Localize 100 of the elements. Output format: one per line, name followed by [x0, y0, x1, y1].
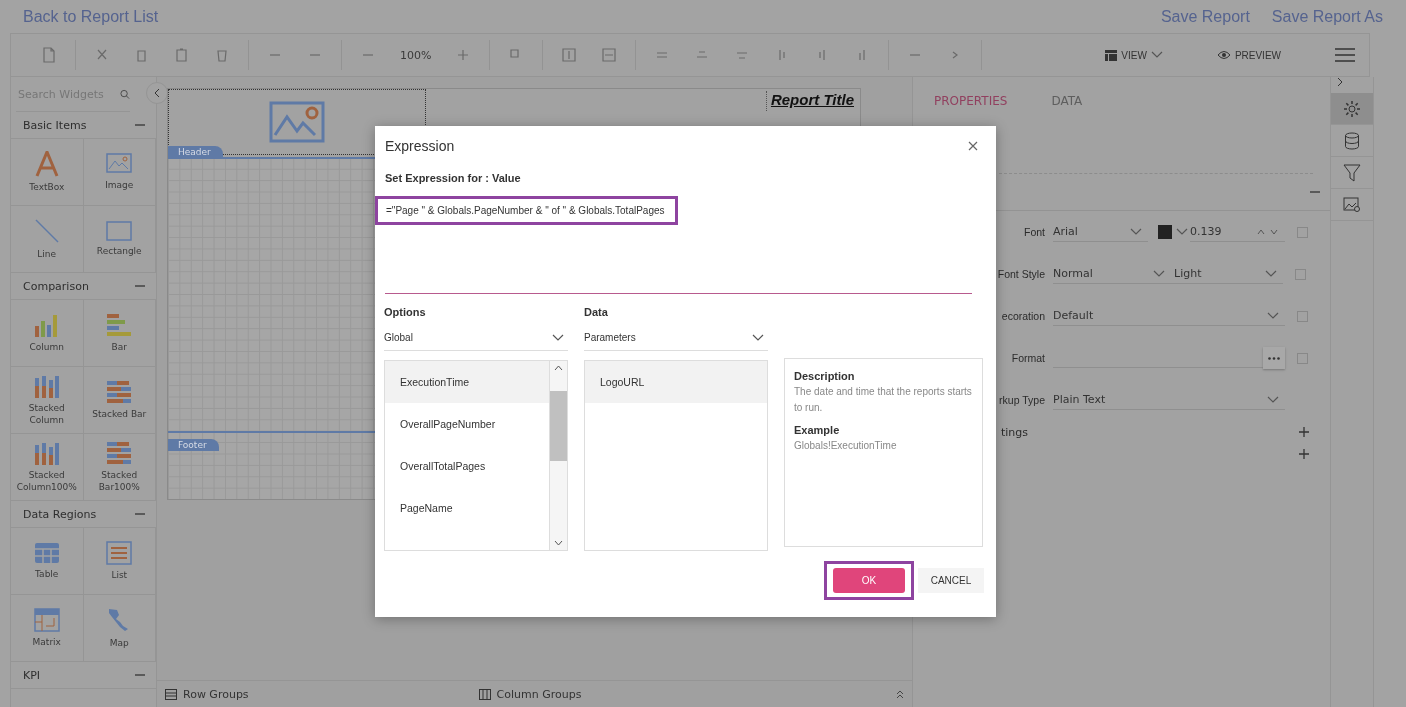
widget-item[interactable]: TextBox	[11, 139, 84, 206]
widget-item[interactable]: List	[83, 528, 156, 595]
example-text: Globals!ExecutionTime	[794, 440, 897, 451]
widget-item[interactable]: Line	[11, 206, 84, 273]
close-icon	[968, 141, 978, 151]
scroll-up-icon[interactable]	[554, 365, 563, 371]
line-icon	[33, 218, 60, 244]
table-icon	[33, 542, 60, 564]
header-label: Header	[168, 146, 223, 158]
select-dropdown[interactable]: Plain Text	[1053, 390, 1285, 410]
example-heading: Example	[794, 423, 841, 438]
ok-button[interactable]: OK	[833, 568, 905, 593]
parameter-entry[interactable]: LogoURL	[585, 361, 767, 403]
property-label: rkup Type	[998, 394, 1046, 406]
eye-icon	[1216, 50, 1231, 60]
preview-button[interactable]: PREVIEW	[1216, 49, 1281, 61]
column-chart-icon	[33, 313, 60, 337]
description-text: The date and time that the reports starts to run.	[794, 386, 972, 413]
widget-item[interactable]: Rectangle	[83, 206, 156, 273]
zoom-level: 100%	[400, 48, 432, 62]
checkbox[interactable]	[1297, 352, 1308, 364]
filter-icon	[1343, 163, 1361, 182]
new-file-icon[interactable]	[41, 47, 57, 63]
column-groups[interactable]: Column Groups	[478, 688, 582, 701]
letter-a-icon	[33, 151, 60, 177]
color-swatch[interactable]	[1158, 225, 1172, 239]
widget-item[interactable]: Bar	[83, 300, 156, 367]
collapse-button[interactable]	[146, 82, 168, 104]
section-title: Comparison	[23, 279, 89, 293]
more-button[interactable]	[1263, 347, 1285, 369]
chevron-down-icon	[552, 333, 564, 342]
property-label: Font Style	[996, 268, 1046, 280]
dialog-heading: Set Expression for : Value	[385, 172, 522, 184]
expand-icon[interactable]	[1299, 449, 1309, 459]
chevron-up-icon[interactable]	[896, 690, 904, 699]
side-tab[interactable]	[1331, 93, 1373, 125]
row-groups[interactable]: Row Groups	[165, 688, 249, 701]
section-title: Data Regions	[23, 507, 97, 521]
checkbox[interactable]	[1297, 310, 1308, 322]
menu-icon[interactable]	[1335, 48, 1355, 62]
size-spinner[interactable]: 0.139	[1190, 222, 1285, 242]
widget-item[interactable]: Matrix	[11, 595, 84, 662]
widget-item[interactable]: Table	[11, 528, 84, 595]
widget-item[interactable]: Stacked Bar100%	[83, 434, 156, 501]
checkbox[interactable]	[1297, 226, 1308, 238]
settings-icon	[1343, 99, 1361, 118]
property-label: Font	[1023, 226, 1046, 238]
rows-icon	[165, 689, 177, 700]
matrix-icon	[33, 608, 60, 632]
widget-item[interactable]: Image	[83, 139, 156, 206]
group-label: tings	[1001, 425, 1029, 439]
stacked-bar-icon	[106, 441, 133, 465]
stacked-column-icon	[33, 374, 60, 398]
cancel-button[interactable]: CANCEL	[918, 568, 984, 593]
report-title[interactable]: Report Title	[765, 91, 854, 111]
chevron-down-icon	[1150, 51, 1163, 59]
widget-item[interactable]: Stacked Bar	[83, 367, 156, 434]
expression-field[interactable]: ="Page " & Globals.PageNumber & " of " & Globals.TotalPages	[375, 196, 678, 225]
list-icon	[106, 541, 133, 565]
weight-dropdown[interactable]: Light	[1171, 264, 1283, 284]
expand-icon[interactable]	[1299, 427, 1309, 437]
widget-item[interactable]: Stacked Column	[11, 367, 84, 434]
align-middle-icon[interactable]	[561, 47, 578, 63]
chevron-right-icon[interactable]	[1337, 77, 1343, 87]
align-center-icon[interactable]	[601, 47, 618, 63]
chevron-down-icon	[752, 333, 764, 342]
scroll-down-icon[interactable]	[554, 540, 563, 546]
delete-icon[interactable]	[214, 47, 230, 63]
rectangle-icon	[106, 221, 133, 241]
widget-item[interactable]: Stacked Column100%	[11, 434, 84, 501]
image-icon	[106, 153, 133, 175]
column-label: Data	[584, 306, 609, 320]
select-dropdown[interactable]: Default	[1053, 306, 1285, 326]
options-dropdown[interactable]: Global	[384, 325, 568, 351]
font-dropdown[interactable]: Arial	[1053, 222, 1148, 242]
checkbox[interactable]	[1295, 268, 1306, 280]
paste-icon[interactable]	[174, 47, 190, 63]
column-label: Options	[384, 306, 427, 320]
widget-item[interactable]: Map	[83, 595, 156, 662]
panel-tab[interactable]: PROPERTIES	[934, 94, 1008, 117]
option-entry[interactable]: ExecutionTime	[385, 361, 549, 403]
data-dropdown[interactable]: Parameters	[584, 325, 768, 351]
option-entry[interactable]: PageName	[385, 487, 549, 529]
option-entry[interactable]: OverallTotalPages	[385, 445, 549, 487]
panel-tab[interactable]: DATA	[1051, 94, 1083, 117]
image-icon[interactable]	[269, 101, 325, 143]
more-icon	[1268, 356, 1280, 360]
property-label: ecoration	[1000, 310, 1046, 322]
search-icon[interactable]	[120, 88, 130, 100]
widget-item[interactable]: Column	[11, 300, 84, 367]
footer-label: Footer	[168, 439, 219, 451]
style-dropdown[interactable]: Normal	[1053, 264, 1171, 284]
chevron-down-icon	[1265, 269, 1277, 278]
option-entry[interactable]: OverallPageNumber	[385, 403, 549, 445]
description-heading: Description	[794, 369, 856, 384]
scrollbar-thumb[interactable]	[550, 390, 567, 461]
close-button[interactable]	[968, 141, 978, 151]
database-icon	[1344, 131, 1360, 150]
section-title: KPI	[23, 668, 41, 682]
view-button[interactable]: VIEW	[1105, 49, 1163, 61]
